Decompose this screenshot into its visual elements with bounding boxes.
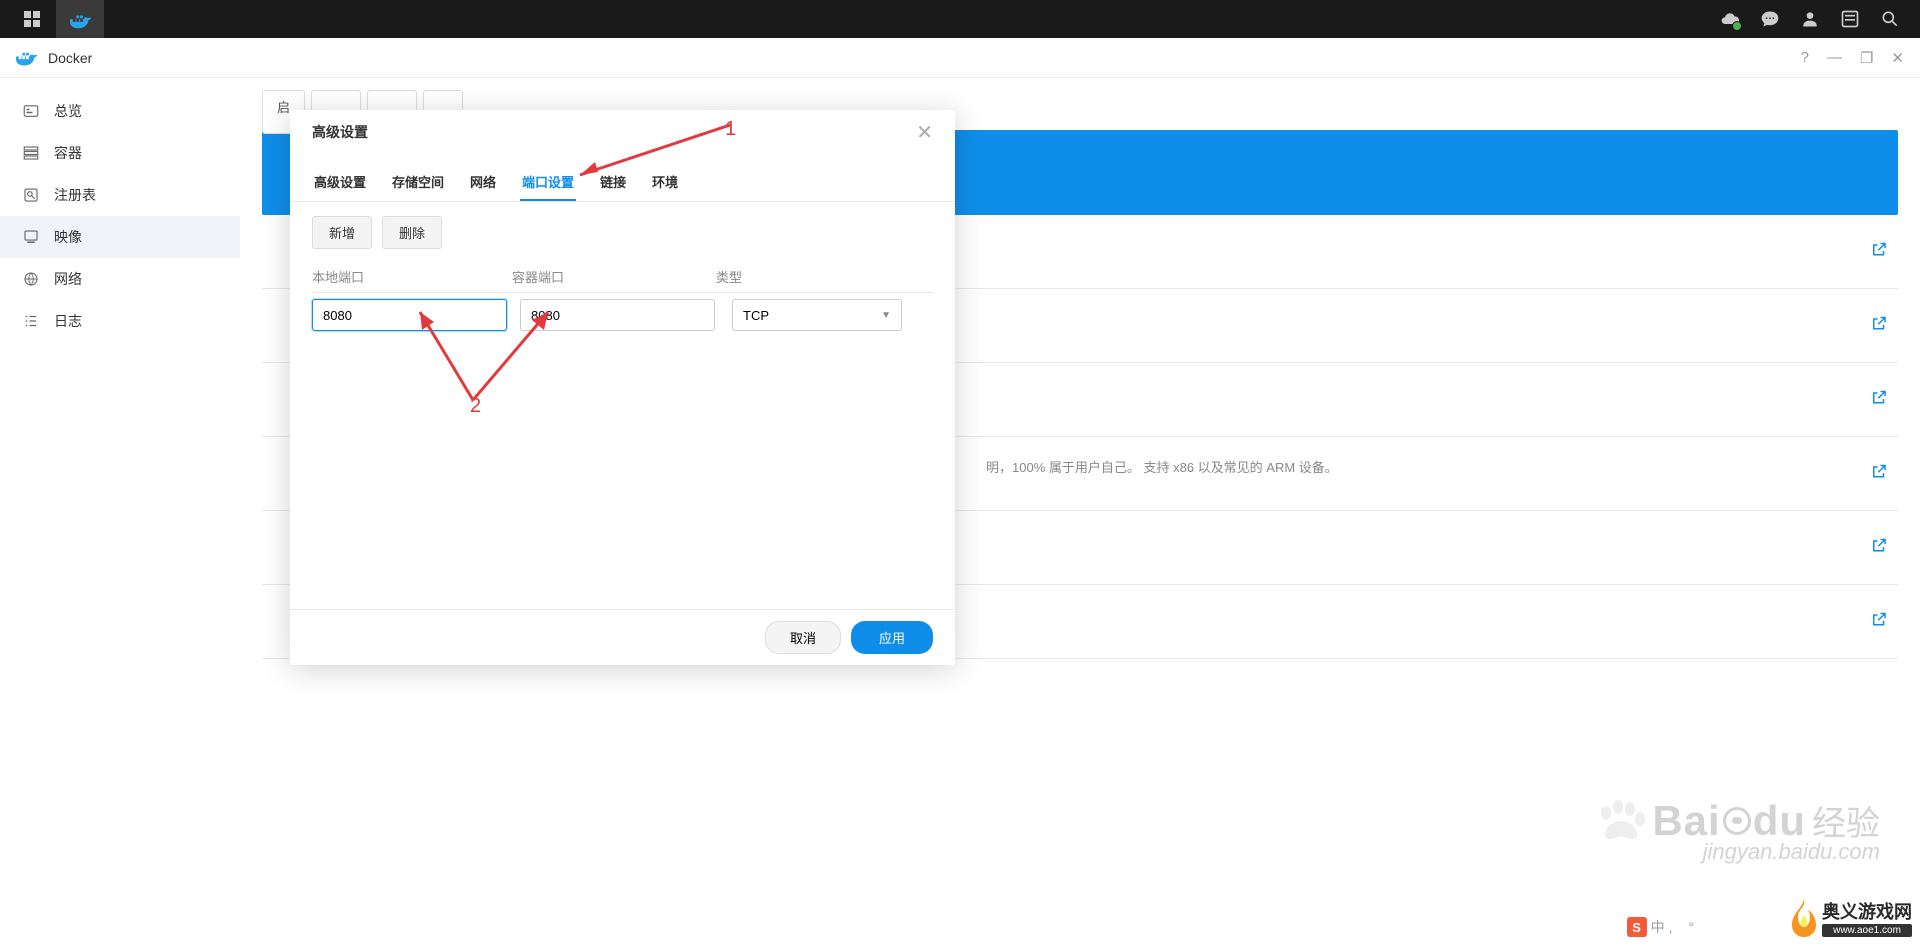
modal-close-button[interactable]: ✕: [916, 120, 933, 145]
protocol-value: TCP: [743, 308, 769, 323]
advanced-settings-modal: 高级设置 ✕ 高级设置 存储空间 网络 端口设置 链接 环境 新增 删除 本地端…: [290, 110, 955, 665]
site-name: 奥义游戏网: [1822, 898, 1912, 924]
watermark-brand: Bai: [1652, 797, 1720, 845]
sidebar-item-overview[interactable]: 总览: [0, 90, 240, 132]
user-icon[interactable]: [1800, 9, 1820, 29]
site-logo: 奥义游戏网 www.aoe1.com: [1790, 898, 1912, 937]
sidebar-item-network[interactable]: 网络: [0, 258, 240, 300]
sidebar-item-log[interactable]: 日志: [0, 300, 240, 342]
window-controls: ? — ❐ ✕: [1801, 49, 1904, 67]
status-dot-icon: [1732, 21, 1742, 31]
watermark-jy: 经验: [1812, 796, 1880, 845]
port-row: TCP ▼: [312, 293, 933, 337]
image-row[interactable]: [262, 659, 1898, 733]
sogou-s-icon: S: [1627, 917, 1647, 937]
tab-storage[interactable]: 存储空间: [390, 164, 446, 201]
baidu-watermark: Baidu经验 jingyan.baidu.com: [1596, 796, 1880, 865]
minimize-button[interactable]: —: [1827, 49, 1842, 67]
apply-button[interactable]: 应用: [851, 621, 933, 654]
window-title: Docker: [16, 50, 92, 66]
port-table: 本地端口 容器端口 类型 TCP ▼: [312, 261, 933, 337]
modal-tabs: 高级设置 存储空间 网络 端口设置 链接 环境: [290, 154, 955, 202]
external-link-icon[interactable]: [1870, 462, 1888, 485]
tab-environment[interactable]: 环境: [650, 164, 680, 201]
tab-network[interactable]: 网络: [468, 164, 498, 201]
sogou-text: 中: [1651, 917, 1665, 937]
sidebar-item-image[interactable]: 映像: [0, 216, 240, 258]
modal-footer: 取消 应用: [290, 609, 955, 665]
maximize-button[interactable]: ❐: [1860, 49, 1873, 67]
modal-header: 高级设置 ✕: [290, 110, 955, 154]
protocol-select[interactable]: TCP ▼: [732, 299, 902, 331]
col-type: 类型: [712, 267, 933, 286]
col-local-port: 本地端口: [312, 267, 512, 286]
external-link-icon[interactable]: [1870, 610, 1888, 633]
external-link-icon[interactable]: [1870, 536, 1888, 559]
topbar-left: [8, 0, 104, 38]
paw-icon: [1596, 799, 1646, 843]
external-link-icon[interactable]: [1870, 388, 1888, 411]
docker-tab-button[interactable]: [56, 0, 104, 38]
cancel-button[interactable]: 取消: [765, 621, 841, 654]
flame-icon: [1790, 899, 1818, 937]
sidebar-label: 网络: [54, 269, 82, 289]
modal-body: 新增 删除 本地端口 容器端口 类型 TCP ▼: [290, 202, 955, 609]
close-button[interactable]: ✕: [1891, 49, 1904, 67]
sidebar-label: 总览: [54, 101, 82, 121]
cloud-status-icon[interactable]: [1720, 9, 1740, 29]
port-action-buttons: 新增 删除: [312, 216, 933, 249]
chat-icon[interactable]: [1760, 9, 1780, 29]
docker-whale-icon: [70, 12, 90, 26]
apps-grid-button[interactable]: [8, 0, 56, 38]
docker-whale-icon: [16, 50, 38, 66]
add-port-button[interactable]: 新增: [312, 216, 372, 249]
system-topbar: [0, 0, 1920, 38]
sidebar-label: 容器: [54, 143, 82, 163]
tab-links[interactable]: 链接: [598, 164, 628, 201]
window-title-text: Docker: [48, 50, 92, 66]
sidebar-label: 日志: [54, 311, 82, 331]
port-table-header: 本地端口 容器端口 类型: [312, 261, 933, 293]
sidebar-item-container[interactable]: 容器: [0, 132, 240, 174]
external-link-icon[interactable]: [1870, 314, 1888, 337]
chevron-down-icon: ▼: [881, 310, 891, 321]
sogou-dots: , °: [1669, 919, 1700, 935]
annotation-number-2: 2: [470, 395, 481, 418]
image-description: 明，100% 属于用户自己。 支持 x86 以及常见的 ARM 设备。: [982, 457, 1338, 476]
watermark-du: du: [1753, 797, 1806, 845]
col-container-port: 容器端口: [512, 267, 712, 286]
widgets-icon[interactable]: [1840, 9, 1860, 29]
sidebar: 总览 容器 注册表 映像 网络 日志: [0, 78, 240, 945]
tab-advanced[interactable]: 高级设置: [312, 164, 368, 201]
window-header: Docker ? — ❐ ✕: [0, 38, 1920, 78]
grid-icon: [24, 11, 40, 27]
delete-port-button[interactable]: 删除: [382, 216, 442, 249]
sogou-watermark: S 中 , °: [1627, 917, 1700, 937]
sidebar-item-registry[interactable]: 注册表: [0, 174, 240, 216]
external-link-icon[interactable]: [1870, 240, 1888, 263]
modal-title: 高级设置: [312, 122, 368, 142]
sidebar-label: 映像: [54, 227, 82, 247]
container-port-input[interactable]: [520, 299, 715, 331]
tab-port-settings[interactable]: 端口设置: [520, 164, 576, 201]
local-port-input[interactable]: [312, 299, 507, 331]
annotation-number-1: 1: [725, 118, 736, 141]
topbar-right: [1720, 9, 1912, 29]
help-button[interactable]: ?: [1801, 49, 1809, 67]
sidebar-label: 注册表: [54, 185, 96, 205]
site-url: www.aoe1.com: [1822, 924, 1912, 937]
search-icon[interactable]: [1880, 9, 1900, 29]
